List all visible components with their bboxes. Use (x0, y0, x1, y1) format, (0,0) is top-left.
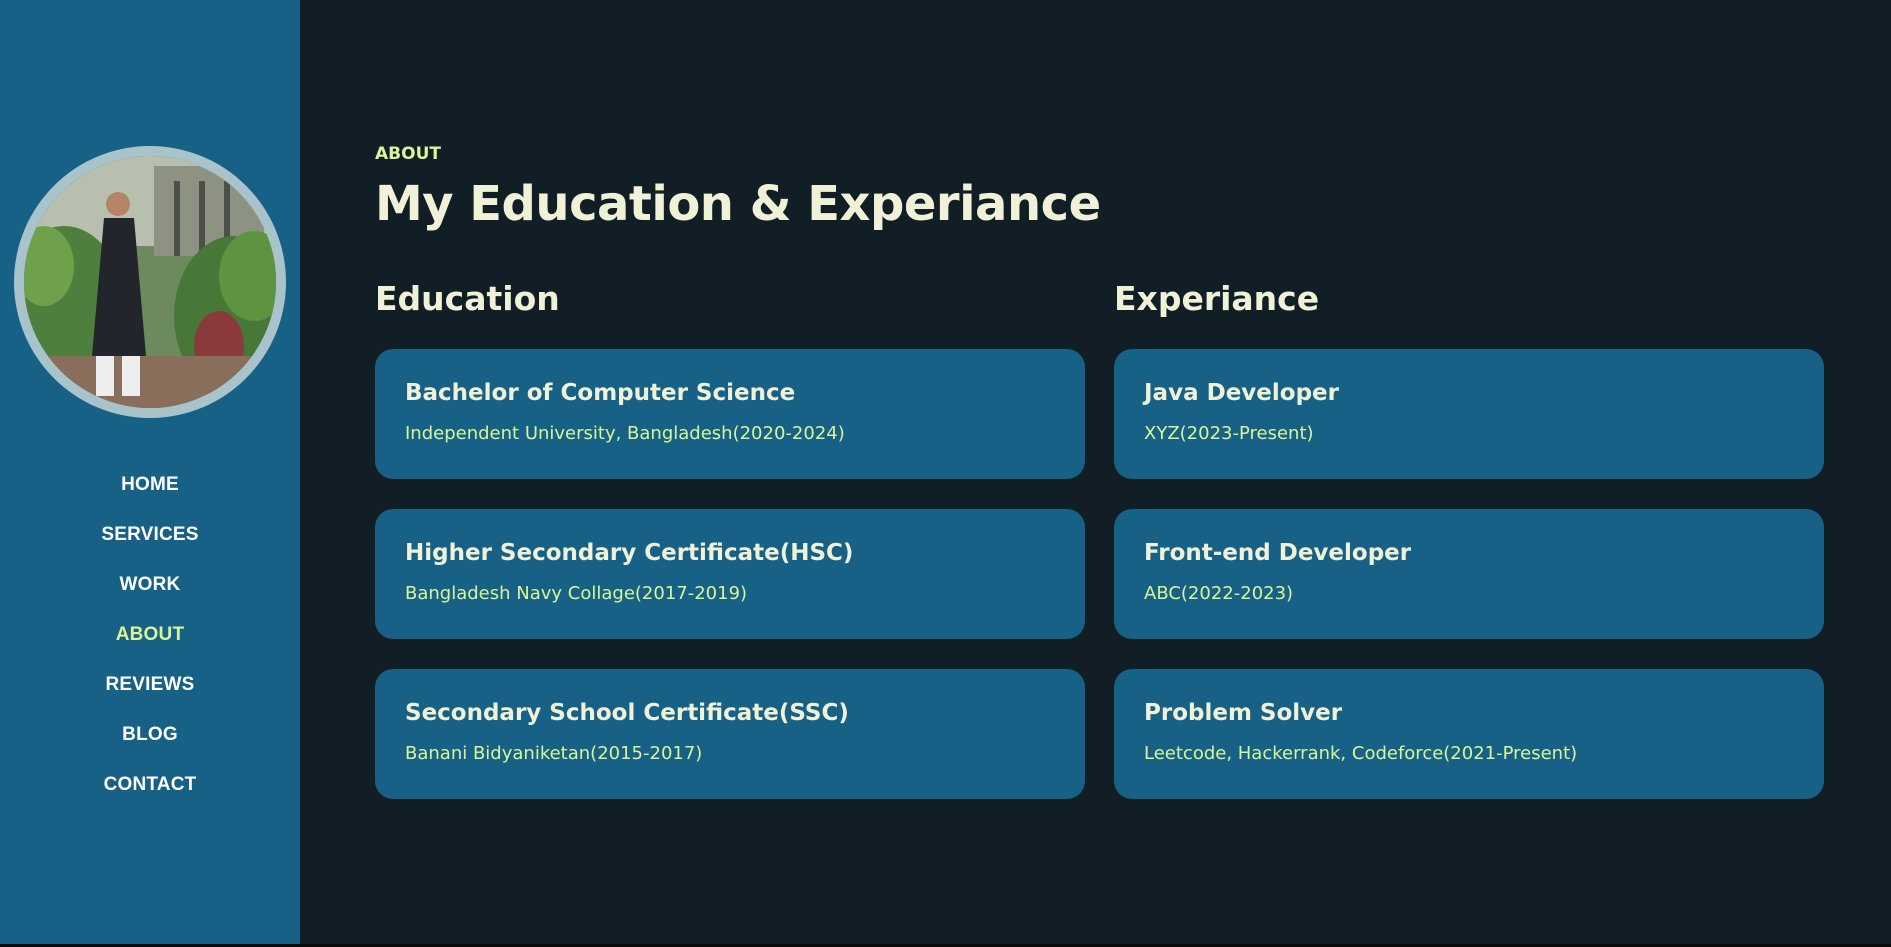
profile-photo-image (24, 156, 276, 408)
nav-link-contact[interactable]: CONTACT (104, 774, 197, 796)
nav-link-home[interactable]: HOME (121, 474, 179, 496)
experience-column: Experiance Java Developer XYZ(2023-Prese… (1114, 276, 1824, 799)
nav-item-reviews: REVIEWS (0, 660, 300, 710)
profile-photo (24, 156, 276, 408)
education-card: Bachelor of Computer Science Independent… (375, 349, 1085, 479)
card-subtitle: Leetcode, Hackerrank, Codeforce(2021-Pre… (1144, 743, 1578, 764)
card-subtitle: XYZ(2023-Present) (1144, 423, 1314, 444)
card-title: Front-end Developer (1144, 540, 1412, 566)
nav-link-work[interactable]: WORK (120, 574, 181, 596)
nav-item-contact: CONTACT (0, 760, 300, 810)
experience-heading: Experiance (1114, 279, 1320, 318)
card-title: Problem Solver (1144, 700, 1343, 726)
card-title: Java Developer (1144, 380, 1339, 406)
education-card: Secondary School Certificate(SSC) Banani… (375, 669, 1085, 799)
card-title: Higher Secondary Certificate(HSC) (405, 540, 854, 566)
nav-item-services: SERVICES (0, 510, 300, 560)
nav-item-home: HOME (0, 460, 300, 510)
education-column: Education Bachelor of Computer Science I… (375, 276, 1085, 799)
card-subtitle: Banani Bidyaniketan(2015-2017) (405, 743, 703, 764)
nav-link-about[interactable]: ABOUT (116, 624, 185, 646)
nav-link-blog[interactable]: BLOG (122, 724, 178, 746)
card-subtitle: Independent University, Bangladesh(2020-… (405, 423, 845, 444)
main-nav: HOME SERVICES WORK ABOUT REVIEWS BLOG CO… (0, 460, 300, 810)
education-heading: Education (375, 279, 560, 318)
card-subtitle: ABC(2022-2023) (1144, 583, 1294, 604)
nav-item-blog: BLOG (0, 710, 300, 760)
experience-card: Front-end Developer ABC(2022-2023) (1114, 509, 1824, 639)
sidebar: HOME SERVICES WORK ABOUT REVIEWS BLOG CO… (0, 0, 300, 944)
experience-card: Java Developer XYZ(2023-Present) (1114, 349, 1824, 479)
education-card: Higher Secondary Certificate(HSC) Bangla… (375, 509, 1085, 639)
card-title: Secondary School Certificate(SSC) (405, 700, 849, 726)
nav-item-about: ABOUT (0, 610, 300, 660)
portfolio-page: HOME SERVICES WORK ABOUT REVIEWS BLOG CO… (0, 0, 1891, 947)
experience-card: Problem Solver Leetcode, Hackerrank, Cod… (1114, 669, 1824, 799)
nav-link-reviews[interactable]: REVIEWS (105, 674, 194, 696)
nav-link-services[interactable]: SERVICES (101, 524, 198, 546)
card-title: Bachelor of Computer Science (405, 380, 796, 406)
section-eyebrow: ABOUT (375, 144, 441, 164)
avatar (14, 146, 286, 418)
page-title: My Education & Experiance (375, 176, 1101, 232)
nav-item-work: WORK (0, 560, 300, 610)
card-subtitle: Bangladesh Navy Collage(2017-2019) (405, 583, 748, 604)
